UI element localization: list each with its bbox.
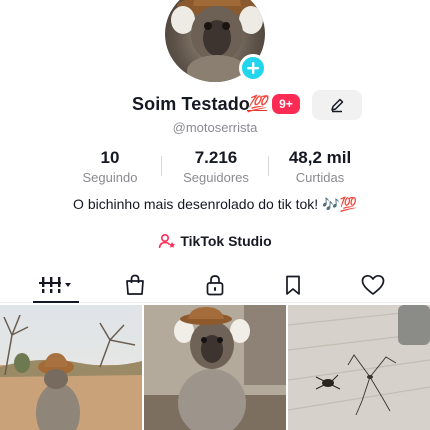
profile-tabs: [0, 268, 430, 303]
profile-stats: 10 Seguindo 7.216 Seguidores 48,2 mil Cu…: [0, 148, 430, 188]
stat-label: Seguindo: [82, 170, 138, 185]
stat-value: 10: [100, 148, 120, 167]
video-thumbnail[interactable]: [288, 305, 430, 430]
edit-profile-button[interactable]: [312, 90, 362, 120]
notification-badge[interactable]: 9+: [272, 94, 300, 114]
tab-private[interactable]: [195, 268, 235, 302]
profile-handle[interactable]: @motoserrista: [0, 120, 430, 135]
profile-bio: O bichinho mais desenrolado do tik tok! …: [73, 196, 357, 212]
tiktok-studio-link[interactable]: TikTok Studio: [0, 233, 430, 252]
studio-person-icon: [158, 233, 176, 252]
profile-avatar[interactable]: [165, 0, 267, 82]
tab-shop[interactable]: [115, 268, 155, 302]
stats-divider: [268, 156, 269, 176]
stat-label: Curtidas: [295, 170, 345, 185]
bookmark-icon: [286, 275, 300, 295]
add-story-button[interactable]: [239, 54, 267, 82]
lock-icon: [206, 275, 224, 296]
profile-name-row: Soim Testado 💯 9+: [0, 90, 430, 120]
stat-label: Seguidores: [183, 170, 249, 185]
stat-value: 7.216: [194, 148, 238, 167]
studio-label: TikTok Studio: [180, 233, 272, 249]
display-name: Soim Testado: [132, 94, 250, 114]
pencil-icon: [331, 98, 344, 113]
shop-bag-icon: [126, 274, 144, 295]
plus-icon: [247, 62, 259, 74]
video-thumbnail[interactable]: [144, 305, 286, 430]
video-grid: [0, 305, 430, 430]
tab-liked[interactable]: [353, 268, 393, 302]
hundred-emoji: 💯: [247, 96, 267, 113]
stat-followers[interactable]: 7.216 Seguidores: [176, 148, 256, 185]
stat-likes[interactable]: 48,2 mil Curtidas: [282, 148, 358, 185]
stats-divider: [161, 156, 162, 176]
heart-icon: [361, 274, 385, 295]
tab-videos[interactable]: [33, 268, 79, 303]
video-thumbnail[interactable]: [0, 305, 142, 430]
videos-grid-icon: [39, 277, 71, 293]
stat-following[interactable]: 10 Seguindo: [80, 148, 140, 185]
tab-saved[interactable]: [273, 268, 313, 302]
stat-value: 48,2 mil: [288, 148, 352, 167]
